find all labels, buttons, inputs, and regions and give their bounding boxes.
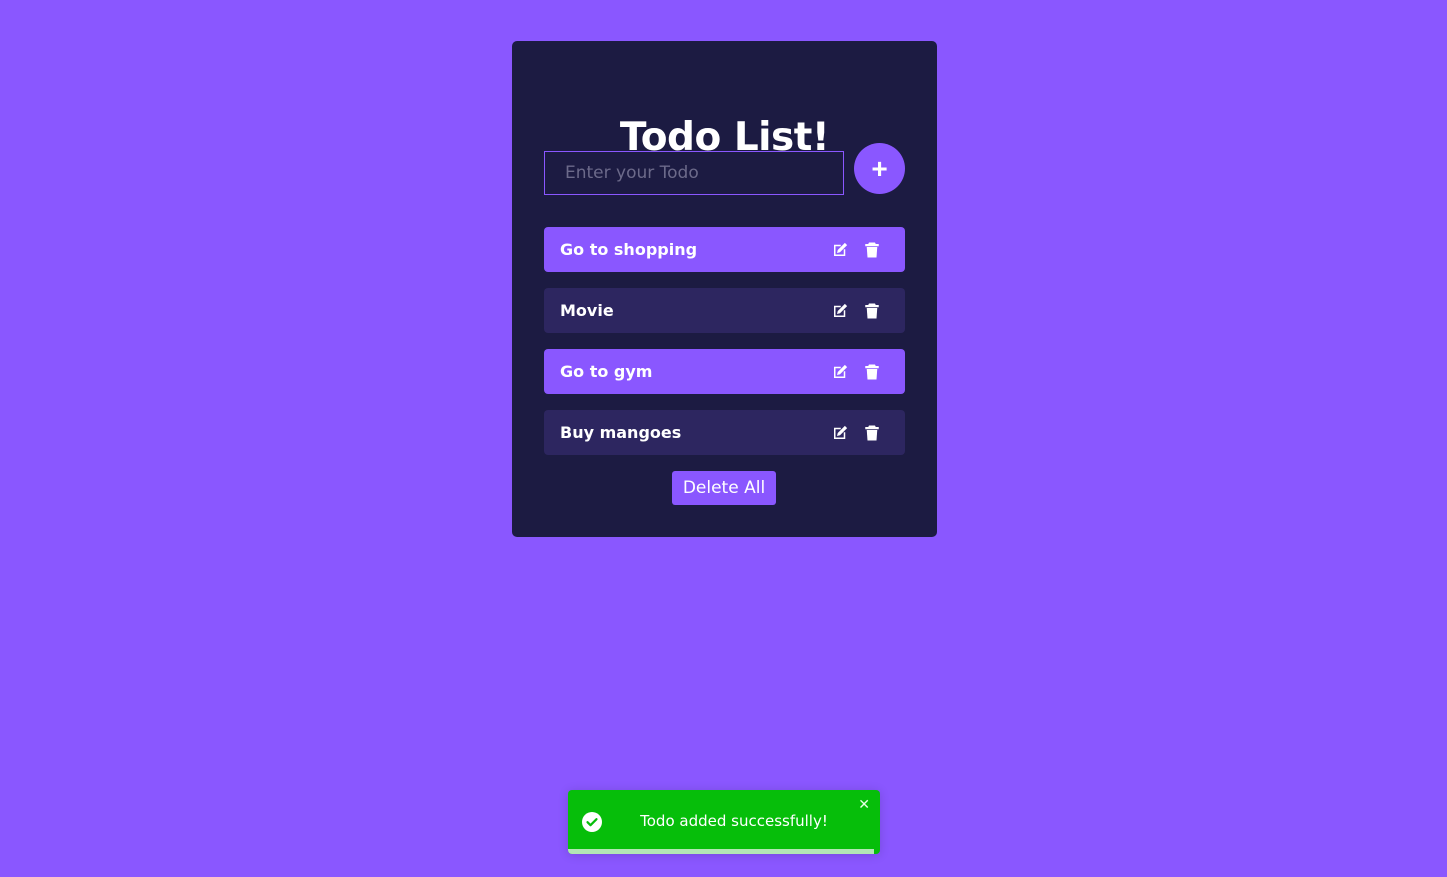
todo-item: Movie: [544, 288, 905, 333]
todo-text: Go to gym: [560, 362, 653, 381]
edit-icon[interactable]: [831, 241, 849, 259]
todo-item: Go to shopping: [544, 227, 905, 272]
add-todo-button[interactable]: +: [854, 143, 905, 194]
delete-all-button[interactable]: Delete All: [672, 471, 776, 505]
todo-text: Buy mangoes: [560, 423, 682, 442]
trash-icon[interactable]: [863, 363, 881, 381]
todo-item: Go to gym: [544, 349, 905, 394]
todo-text: Movie: [560, 301, 614, 320]
todo-list: Go to shopping Movie Go to gym Buy mango…: [544, 227, 905, 471]
todo-text: Go to shopping: [560, 240, 698, 259]
toast-progress-track: [568, 849, 880, 854]
toast-progress-bar: [568, 849, 874, 854]
trash-icon[interactable]: [863, 424, 881, 442]
toast-message: Todo added successfully!: [640, 812, 828, 830]
edit-icon[interactable]: [831, 302, 849, 320]
success-toast[interactable]: Todo added successfully! ✕: [568, 790, 880, 854]
close-icon[interactable]: ✕: [858, 798, 870, 812]
trash-icon[interactable]: [863, 302, 881, 320]
edit-icon[interactable]: [831, 363, 849, 381]
todo-item: Buy mangoes: [544, 410, 905, 455]
plus-icon: +: [871, 152, 888, 184]
todo-input[interactable]: [544, 151, 844, 195]
trash-icon[interactable]: [863, 241, 881, 259]
edit-icon[interactable]: [831, 424, 849, 442]
todo-card: Todo List! + Go to shopping Movie: [512, 41, 937, 537]
